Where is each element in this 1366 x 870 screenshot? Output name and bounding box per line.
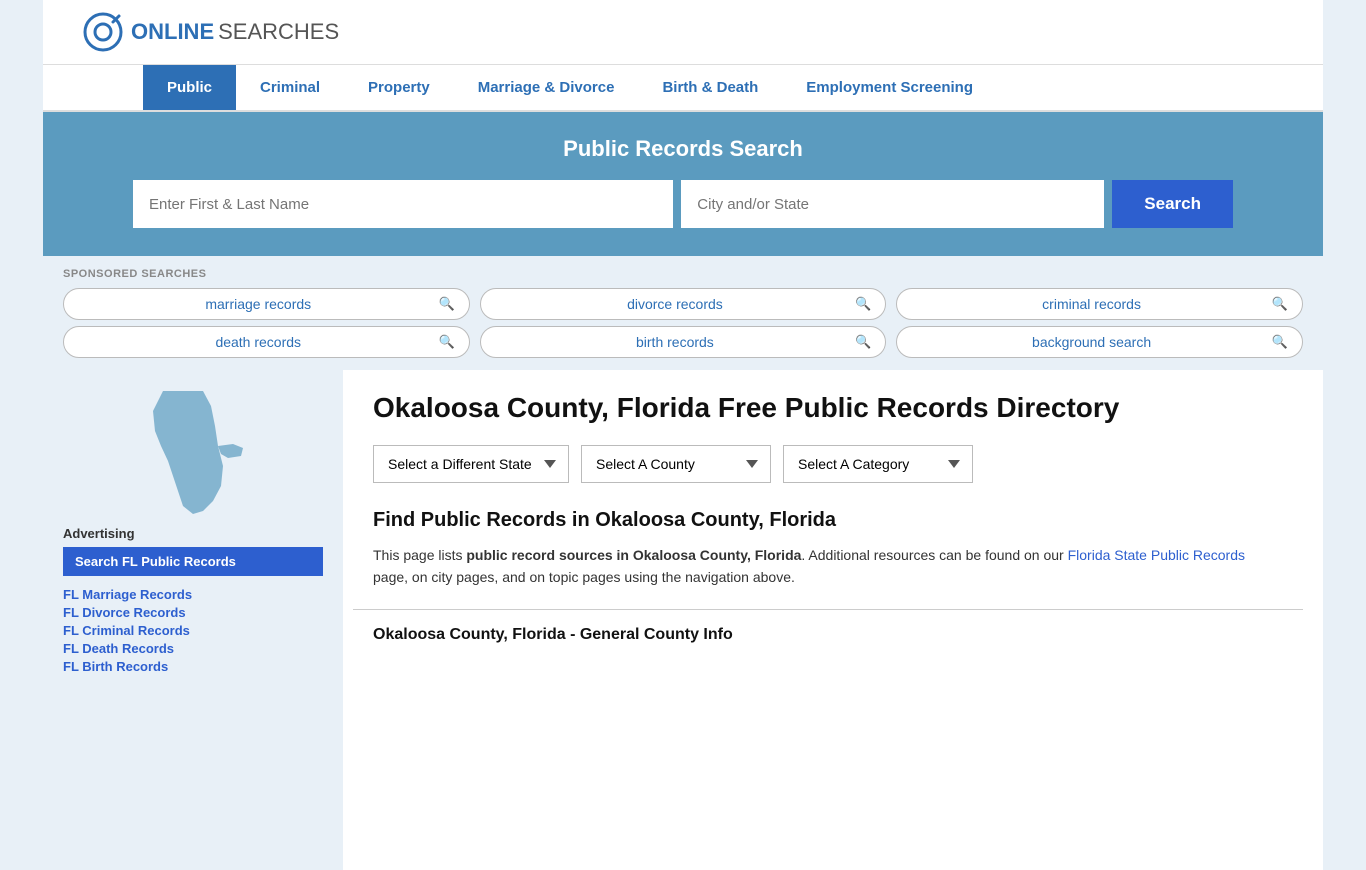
sponsored-pills: marriage records 🔍 divorce records 🔍 cri… [63,288,1303,358]
search-icon-6: 🔍 [1272,334,1288,350]
florida-map-icon [133,386,253,516]
find-title: Find Public Records in Okaloosa County, … [373,509,1283,532]
pills-row-2: death records 🔍 birth records 🔍 backgrou… [63,326,1303,358]
nav-item-public[interactable]: Public [143,65,236,110]
sponsored-section: SPONSORED SEARCHES marriage records 🔍 di… [43,256,1323,370]
search-band-title: Public Records Search [83,136,1283,162]
name-input[interactable] [133,180,673,228]
nav-item-employment[interactable]: Employment Screening [782,65,997,110]
find-desc-2: . Additional resources can be found on o… [801,547,1067,563]
search-icon-3: 🔍 [1272,296,1288,312]
nav-item-birth-death[interactable]: Birth & Death [638,65,782,110]
pill-divorce-records[interactable]: divorce records 🔍 [480,288,887,320]
find-desc-3: page, on city pages, and on topic pages … [373,569,795,585]
general-info-title: Okaloosa County, Florida - General Count… [373,626,1283,644]
main-nav: Public Criminal Property Marriage & Divo… [43,65,1323,112]
search-icon-5: 🔍 [855,334,871,350]
logo-searches-text: SEARCHES [218,19,339,45]
find-desc-bold: public record sources in Okaloosa County… [466,547,801,563]
below-header: SPONSORED SEARCHES marriage records 🔍 di… [43,256,1323,870]
pill-death-records[interactable]: death records 🔍 [63,326,470,358]
find-section: Find Public Records in Okaloosa County, … [353,499,1303,599]
sidebar-links: FL Marriage Records FL Divorce Records F… [63,586,323,674]
sidebar-link-criminal[interactable]: FL Criminal Records [63,622,323,638]
find-desc-1: This page lists [373,547,466,563]
category-dropdown[interactable]: Select A Category [783,445,973,483]
pill-marriage-records[interactable]: marriage records 🔍 [63,288,470,320]
search-icon-2: 🔍 [855,296,871,312]
search-icon-4: 🔍 [438,334,454,350]
logo-icon [83,12,123,52]
state-dropdown-wrap: Select a Different State [373,445,569,483]
sidebar-link-birth[interactable]: FL Birth Records [63,658,323,674]
state-dropdown[interactable]: Select a Different State [373,445,569,483]
county-dropdown[interactable]: Select A County [581,445,771,483]
sidebar: Advertising Search FL Public Records FL … [43,370,343,870]
sponsored-label: SPONSORED SEARCHES [63,268,1303,280]
page-title: Okaloosa County, Florida Free Public Rec… [373,390,1119,425]
dropdowns-row: Select a Different State Select A County… [353,435,1303,499]
county-dropdown-wrap: Select A County [581,445,771,483]
content-area: Okaloosa County, Florida Free Public Rec… [343,370,1323,870]
header: ONLINE SEARCHES [43,0,1323,65]
general-info-section: Okaloosa County, Florida - General Count… [353,609,1303,644]
nav-item-marriage-divorce[interactable]: Marriage & Divorce [454,65,639,110]
page-header: Okaloosa County, Florida Free Public Rec… [353,370,1303,435]
pill-birth-records[interactable]: birth records 🔍 [480,326,887,358]
search-button[interactable]: Search [1112,180,1233,228]
sidebar-link-death[interactable]: FL Death Records [63,640,323,656]
sidebar-link-divorce[interactable]: FL Divorce Records [63,604,323,620]
pill-background-search[interactable]: background search 🔍 [896,326,1303,358]
main-container: Advertising Search FL Public Records FL … [43,370,1323,870]
pill-criminal-records[interactable]: criminal records 🔍 [896,288,1303,320]
nav-item-property[interactable]: Property [344,65,454,110]
pills-row-1: marriage records 🔍 divorce records 🔍 cri… [63,288,1303,320]
florida-records-link[interactable]: Florida State Public Records [1068,547,1245,563]
advertising-label: Advertising [63,526,323,541]
category-dropdown-wrap: Select A Category [783,445,973,483]
search-icon-1: 🔍 [438,296,454,312]
search-band: Public Records Search Search [43,112,1323,256]
find-description: This page lists public record sources in… [373,544,1283,589]
sidebar-link-marriage[interactable]: FL Marriage Records [63,586,323,602]
nav-item-criminal[interactable]: Criminal [236,65,344,110]
logo-online-text: ONLINE [131,19,214,45]
logo: ONLINE SEARCHES [83,12,339,52]
search-fl-button[interactable]: Search FL Public Records [63,547,323,576]
location-input[interactable] [681,180,1104,228]
search-form: Search [133,180,1233,228]
